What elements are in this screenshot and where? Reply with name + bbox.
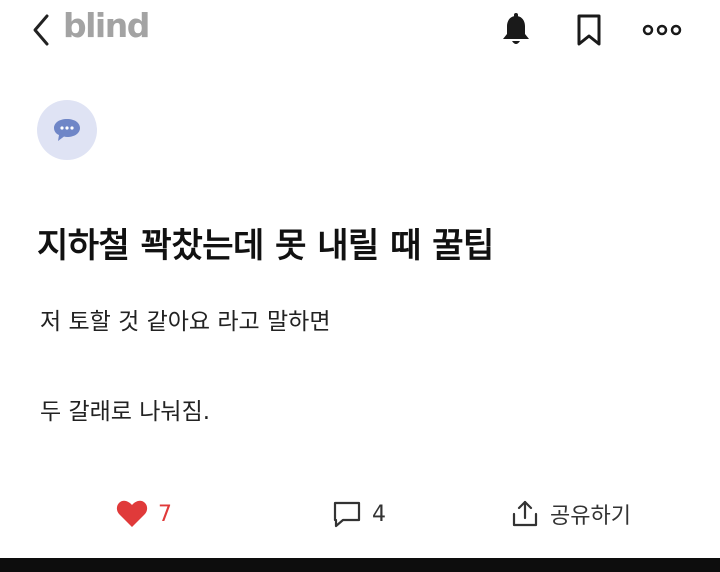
- post-actions: 7 4 공유하기: [0, 492, 720, 536]
- chevron-left-icon: [33, 14, 49, 46]
- share-icon: [512, 500, 538, 527]
- notification-button[interactable]: [496, 10, 536, 50]
- more-options-button[interactable]: [640, 10, 684, 50]
- post-body-line: 저 토할 것 같아요 라고 말하면: [40, 309, 331, 335]
- comment-icon: [333, 501, 361, 528]
- like-count: 7: [158, 501, 172, 527]
- app-logo: blind: [63, 6, 150, 45]
- post-title: 지하철 꽉찼는데 못 내릴 때 꿀팁: [37, 226, 494, 266]
- back-button[interactable]: [26, 10, 56, 50]
- bookmark-button[interactable]: [569, 10, 609, 50]
- share-label: 공유하기: [550, 504, 631, 529]
- more-horizontal-icon: [642, 24, 682, 36]
- chat-bubble-icon: [54, 119, 80, 141]
- top-bar: blind: [0, 0, 720, 60]
- comment-count: 4: [372, 501, 386, 527]
- comment-button[interactable]: 4: [332, 492, 386, 536]
- share-button[interactable]: 공유하기: [510, 492, 631, 536]
- post-body-line: 두 갈래로 나눠짐.: [40, 399, 211, 425]
- bottom-bar: [0, 558, 720, 572]
- bookmark-icon: [577, 14, 601, 46]
- author-avatar[interactable]: [37, 100, 97, 160]
- heart-icon: [116, 500, 148, 527]
- like-button[interactable]: 7: [116, 492, 172, 536]
- bell-icon: [503, 13, 529, 44]
